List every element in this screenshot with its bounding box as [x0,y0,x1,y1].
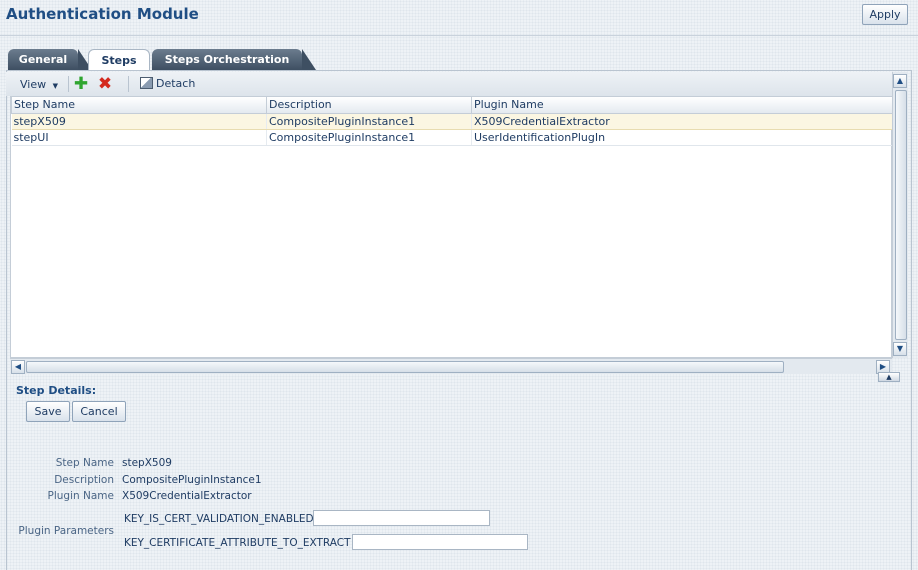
plugin-name-value: X509CredentialExtractor [122,490,252,502]
table-row[interactable]: stepX509 CompositePluginInstance1 X509Cr… [11,113,894,130]
table-row[interactable]: stepUI CompositePluginInstance1 UserIden… [11,129,894,146]
horizontal-scroll-thumb[interactable] [26,361,784,373]
scroll-up-icon[interactable]: ▲ [893,74,907,88]
vertical-scroll-thumb[interactable] [895,90,907,340]
tab-orchestration-edge [302,49,316,70]
plugin-parameters-label: Plugin Parameters [18,525,114,537]
step-name-value: stepX509 [122,457,172,469]
view-menu-label: View [20,78,47,91]
horizontal-scrollbar[interactable]: ◀ ▶ [10,358,892,374]
detach-label: Detach [156,77,196,90]
step-name-label: Step Name [55,457,114,469]
view-menu[interactable]: View ▼ [20,78,58,91]
scroll-left-icon[interactable]: ◀ [11,360,25,374]
cell-plugin-name: X509CredentialExtractor [471,113,894,130]
toolbar-separator [68,76,69,92]
param-value-input[interactable] [352,534,528,550]
save-button[interactable]: Save [26,401,70,422]
column-header-step-name[interactable]: Step Name [11,97,267,114]
plugin-name-label: Plugin Name [47,490,114,502]
table-header-row: Step Name Description Plugin Name [11,97,894,114]
page-header: Authentication Module Apply [0,0,918,36]
tab-steps-orchestration[interactable]: Steps Orchestration [152,49,302,70]
splitter-collapse-icon[interactable]: ▲ [878,372,900,382]
description-value: CompositePluginInstance1 [122,474,262,486]
cell-description: CompositePluginInstance1 [266,113,472,130]
steps-grid: Step Name Description Plugin Name stepX5… [11,97,894,146]
detach-button[interactable]: Detach [140,77,195,90]
column-header-plugin-name[interactable]: Plugin Name [471,97,894,114]
cell-plugin-name: UserIdentificationPlugIn [471,129,894,146]
chevron-down-icon: ▼ [52,82,58,90]
param-value-input[interactable] [313,510,490,526]
tab-bar: General Steps Steps Orchestration [0,40,918,70]
toolbar-separator [128,76,129,92]
steps-table: Step Name Description Plugin Name stepX5… [10,96,894,358]
column-header-description[interactable]: Description [266,97,472,114]
step-details-title: Step Details: [16,384,97,397]
param-name: KEY_IS_CERT_VALIDATION_ENABLED [124,513,314,525]
x-icon[interactable]: ✖ [96,74,114,94]
apply-button[interactable]: Apply [862,4,908,25]
cell-step-name: stepX509 [11,113,267,130]
cell-description: CompositePluginInstance1 [266,129,472,146]
toolbar: View ▼ ✚ ✖ Detach [6,72,892,96]
cancel-button[interactable]: Cancel [72,401,126,422]
detach-icon [140,77,153,89]
scroll-down-icon[interactable]: ▼ [893,342,907,356]
vertical-scrollbar[interactable]: ▲ ▼ [892,72,908,358]
description-label: Description [54,474,114,486]
tab-general[interactable]: General [8,49,78,70]
cell-step-name: stepUI [11,129,267,146]
param-name: KEY_CERTIFICATE_ATTRIBUTE_TO_EXTRACT [124,537,351,549]
tab-steps[interactable]: Steps [88,49,150,70]
plus-icon[interactable]: ✚ [72,74,90,94]
page-title: Authentication Module [6,5,199,23]
